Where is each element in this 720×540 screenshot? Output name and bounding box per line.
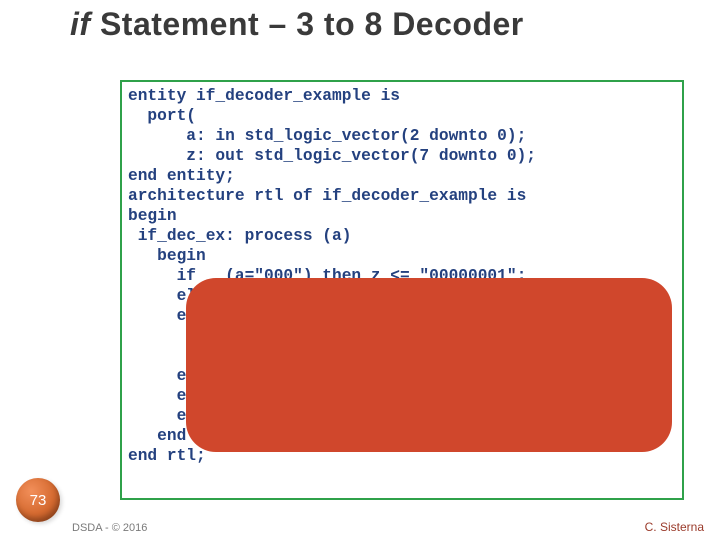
code-line: a: in std_logic_vector(2 downto 0); (128, 127, 526, 145)
page-number-badge: 73 (16, 478, 60, 522)
code-line: architecture rtl of if_decoder_example i… (128, 187, 526, 205)
footer-left: DSDA - © 2016 (72, 522, 147, 534)
code-line: entity if_decoder_example is (128, 87, 400, 105)
code-line: end rtl; (128, 447, 206, 465)
title-rest: Statement – 3 to 8 Decoder (91, 6, 524, 42)
redaction-overlay (186, 278, 672, 452)
code-line: end entity; (128, 167, 235, 185)
code-line: begin (128, 207, 177, 225)
code-line: z: out std_logic_vector(7 downto 0); (128, 147, 536, 165)
title-italic: if (70, 6, 91, 42)
page-number: 73 (30, 492, 47, 509)
code-line: if_dec_ex: process (a) (128, 227, 351, 245)
code-line: begin (128, 247, 206, 265)
code-line: port( (128, 107, 196, 125)
footer-right: C. Sisterna (645, 520, 704, 534)
slide-title: if Statement – 3 to 8 Decoder (70, 6, 700, 43)
slide: if Statement – 3 to 8 Decoder entity if_… (0, 0, 720, 540)
